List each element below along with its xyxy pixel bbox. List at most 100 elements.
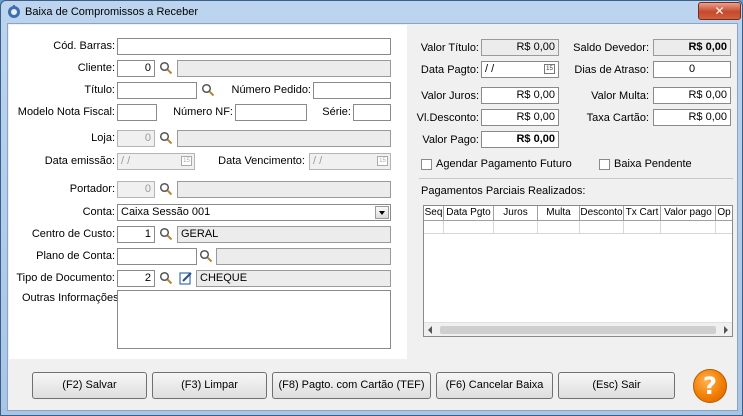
pagamentos-grid[interactable]: Seq Data Pgto Juros Multa Desconto Tx Ca… xyxy=(423,205,733,337)
portador-code-input[interactable]: 0 xyxy=(117,181,155,198)
centro-custo-code-input[interactable]: 1 xyxy=(117,226,155,243)
cod-barras-input[interactable] xyxy=(117,38,391,55)
pagamentos-title: Pagamentos Parciais Realizados: xyxy=(421,185,586,197)
data-vencimento-calendar-icon[interactable]: 15 xyxy=(377,156,388,166)
cliente-name-field xyxy=(177,60,391,77)
taxa-cartao-input[interactable]: R$ 0,00 xyxy=(653,109,731,126)
cliente-label: Cliente: xyxy=(77,62,115,74)
col-header-seq[interactable]: Seq xyxy=(424,206,444,221)
scroll-right-icon[interactable] xyxy=(724,326,728,334)
grid-header: Seq Data Pgto Juros Multa Desconto Tx Ca… xyxy=(424,206,732,221)
numero-pedido-input[interactable] xyxy=(313,82,391,99)
close-button[interactable]: ✕ xyxy=(698,2,741,20)
agendar-pagamento-label: Agendar Pagamento Futuro xyxy=(436,158,572,170)
titulo-label: Título: xyxy=(84,84,115,96)
dias-atraso-label: Dias de Atraso: xyxy=(574,64,649,76)
horizontal-scrollbar[interactable] xyxy=(424,322,732,336)
help-icon[interactable]: ? xyxy=(693,369,727,403)
data-pagto-calendar-icon[interactable]: 15 xyxy=(544,64,555,74)
cliente-code-input[interactable]: 0 xyxy=(117,60,155,77)
outras-info-label: Outras Informações: xyxy=(22,292,122,304)
modelo-nf-input[interactable] xyxy=(117,104,157,121)
limpar-button[interactable]: (F3) Limpar xyxy=(152,372,267,399)
sair-button[interactable]: (Esc) Sair xyxy=(558,372,675,399)
data-vencimento-label: Data Vencimento: xyxy=(218,155,305,167)
conta-label: Conta: xyxy=(82,206,115,218)
valor-titulo-field: R$ 0,00 xyxy=(481,39,559,56)
valor-pago-label: Valor Pago: xyxy=(422,134,479,146)
data-pagto-label: Data Pagto: xyxy=(420,64,479,76)
conta-select-value: Caixa Sessão 001 xyxy=(121,206,211,218)
tipo-documento-search-icon[interactable] xyxy=(159,271,173,285)
col-header-desconto[interactable]: Desconto xyxy=(580,206,624,221)
cliente-search-icon[interactable] xyxy=(159,61,173,75)
scrollbar-thumb[interactable] xyxy=(440,326,716,334)
col-header-juros[interactable]: Juros xyxy=(494,206,538,221)
serie-label: Série: xyxy=(322,106,351,118)
numero-pedido-label: Número Pedido: xyxy=(231,84,312,96)
portador-label: Portador: xyxy=(69,183,115,195)
valor-multa-label: Valor Multa: xyxy=(591,90,649,102)
modelo-nf-label: Modelo Nota Fiscal: xyxy=(17,106,115,118)
baixa-pendente-checkbox[interactable] xyxy=(599,159,610,170)
salvar-button[interactable]: (F2) Salvar xyxy=(32,372,147,399)
scroll-left-icon[interactable] xyxy=(428,326,432,334)
serie-input[interactable] xyxy=(353,104,391,121)
pagto-cartao-button[interactable]: (F8) Pagto. com Cartão (TEF) xyxy=(272,372,431,399)
tipo-documento-code-input[interactable]: 2 xyxy=(117,270,155,287)
right-values-panel: Valor Título: R$ 0,00 Saldo Devedor: R$ … xyxy=(409,25,737,359)
baixa-pendente-label: Baixa Pendente xyxy=(614,158,692,170)
valor-juros-label: Valor Juros: xyxy=(421,90,479,102)
centro-custo-label: Centro de Custo: xyxy=(31,228,115,240)
table-row[interactable] xyxy=(424,221,732,234)
col-header-op[interactable]: Op xyxy=(716,206,732,221)
data-emissao-label: Data emissão: xyxy=(44,155,115,167)
window: Baixa de Compromissos a Receber ✕ Cód. B… xyxy=(0,0,743,416)
col-header-multa[interactable]: Multa xyxy=(538,206,580,221)
data-emissao-calendar-icon[interactable]: 15 xyxy=(181,156,192,166)
edit-icon[interactable] xyxy=(179,271,193,285)
plano-conta-search-icon[interactable] xyxy=(199,249,213,263)
valor-juros-input[interactable]: R$ 0,00 xyxy=(481,87,559,104)
loja-code-input[interactable]: 0 xyxy=(117,130,155,147)
saldo-devedor-field: R$ 0,00 xyxy=(653,39,731,56)
titulo-input[interactable] xyxy=(117,82,197,99)
title-bar: Baixa de Compromissos a Receber ✕ xyxy=(1,1,742,23)
numero-nf-label: Número NF: xyxy=(173,106,233,118)
vl-desconto-label: Vl.Desconto: xyxy=(416,112,479,124)
divider xyxy=(419,178,733,179)
dias-atraso-field: 0 xyxy=(653,61,731,78)
cancelar-baixa-button[interactable]: (F6) Cancelar Baixa xyxy=(436,372,553,399)
agendar-pagamento-checkbox[interactable] xyxy=(421,159,432,170)
plano-conta-name-field xyxy=(216,248,391,265)
tipo-documento-label: Tipo de Documento: xyxy=(16,272,115,284)
valor-multa-input[interactable]: R$ 0,00 xyxy=(653,87,731,104)
tipo-documento-name-field: CHEQUE xyxy=(196,270,391,287)
chevron-down-icon[interactable] xyxy=(375,206,389,219)
centro-custo-name-field: GERAL xyxy=(177,226,391,243)
conta-select[interactable]: Caixa Sessão 001 xyxy=(117,204,391,221)
col-header-tx-cart[interactable]: Tx Cart xyxy=(624,206,661,221)
portador-search-icon[interactable] xyxy=(159,182,173,196)
saldo-devedor-label: Saldo Devedor: xyxy=(573,42,649,54)
numero-nf-input[interactable] xyxy=(235,104,307,121)
col-header-data-pgto[interactable]: Data Pgto xyxy=(444,206,494,221)
plano-conta-label: Plano de Conta: xyxy=(36,250,115,262)
window-title: Baixa de Compromissos a Receber xyxy=(25,6,199,18)
valor-titulo-label: Valor Título: xyxy=(420,42,479,54)
centro-custo-search-icon[interactable] xyxy=(159,227,173,241)
loja-name-field xyxy=(177,130,391,147)
valor-pago-field: R$ 0,00 xyxy=(481,131,559,148)
loja-label: Loja: xyxy=(91,132,115,144)
loja-search-icon[interactable] xyxy=(159,131,173,145)
col-header-valor-pago[interactable]: Valor pago xyxy=(661,206,716,221)
window-client: Cód. Barras: Cliente: 0 Título: Número P… xyxy=(7,23,738,411)
left-form-panel: Cód. Barras: Cliente: 0 Título: Número P… xyxy=(9,25,407,359)
titulo-search-icon[interactable] xyxy=(201,83,215,97)
app-icon xyxy=(8,5,20,18)
taxa-cartao-label: Taxa Cartão: xyxy=(586,112,649,124)
plano-conta-input[interactable] xyxy=(117,248,197,265)
outras-info-textarea[interactable] xyxy=(117,290,391,349)
portador-name-field xyxy=(177,181,391,198)
vl-desconto-input[interactable]: R$ 0,00 xyxy=(481,109,559,126)
